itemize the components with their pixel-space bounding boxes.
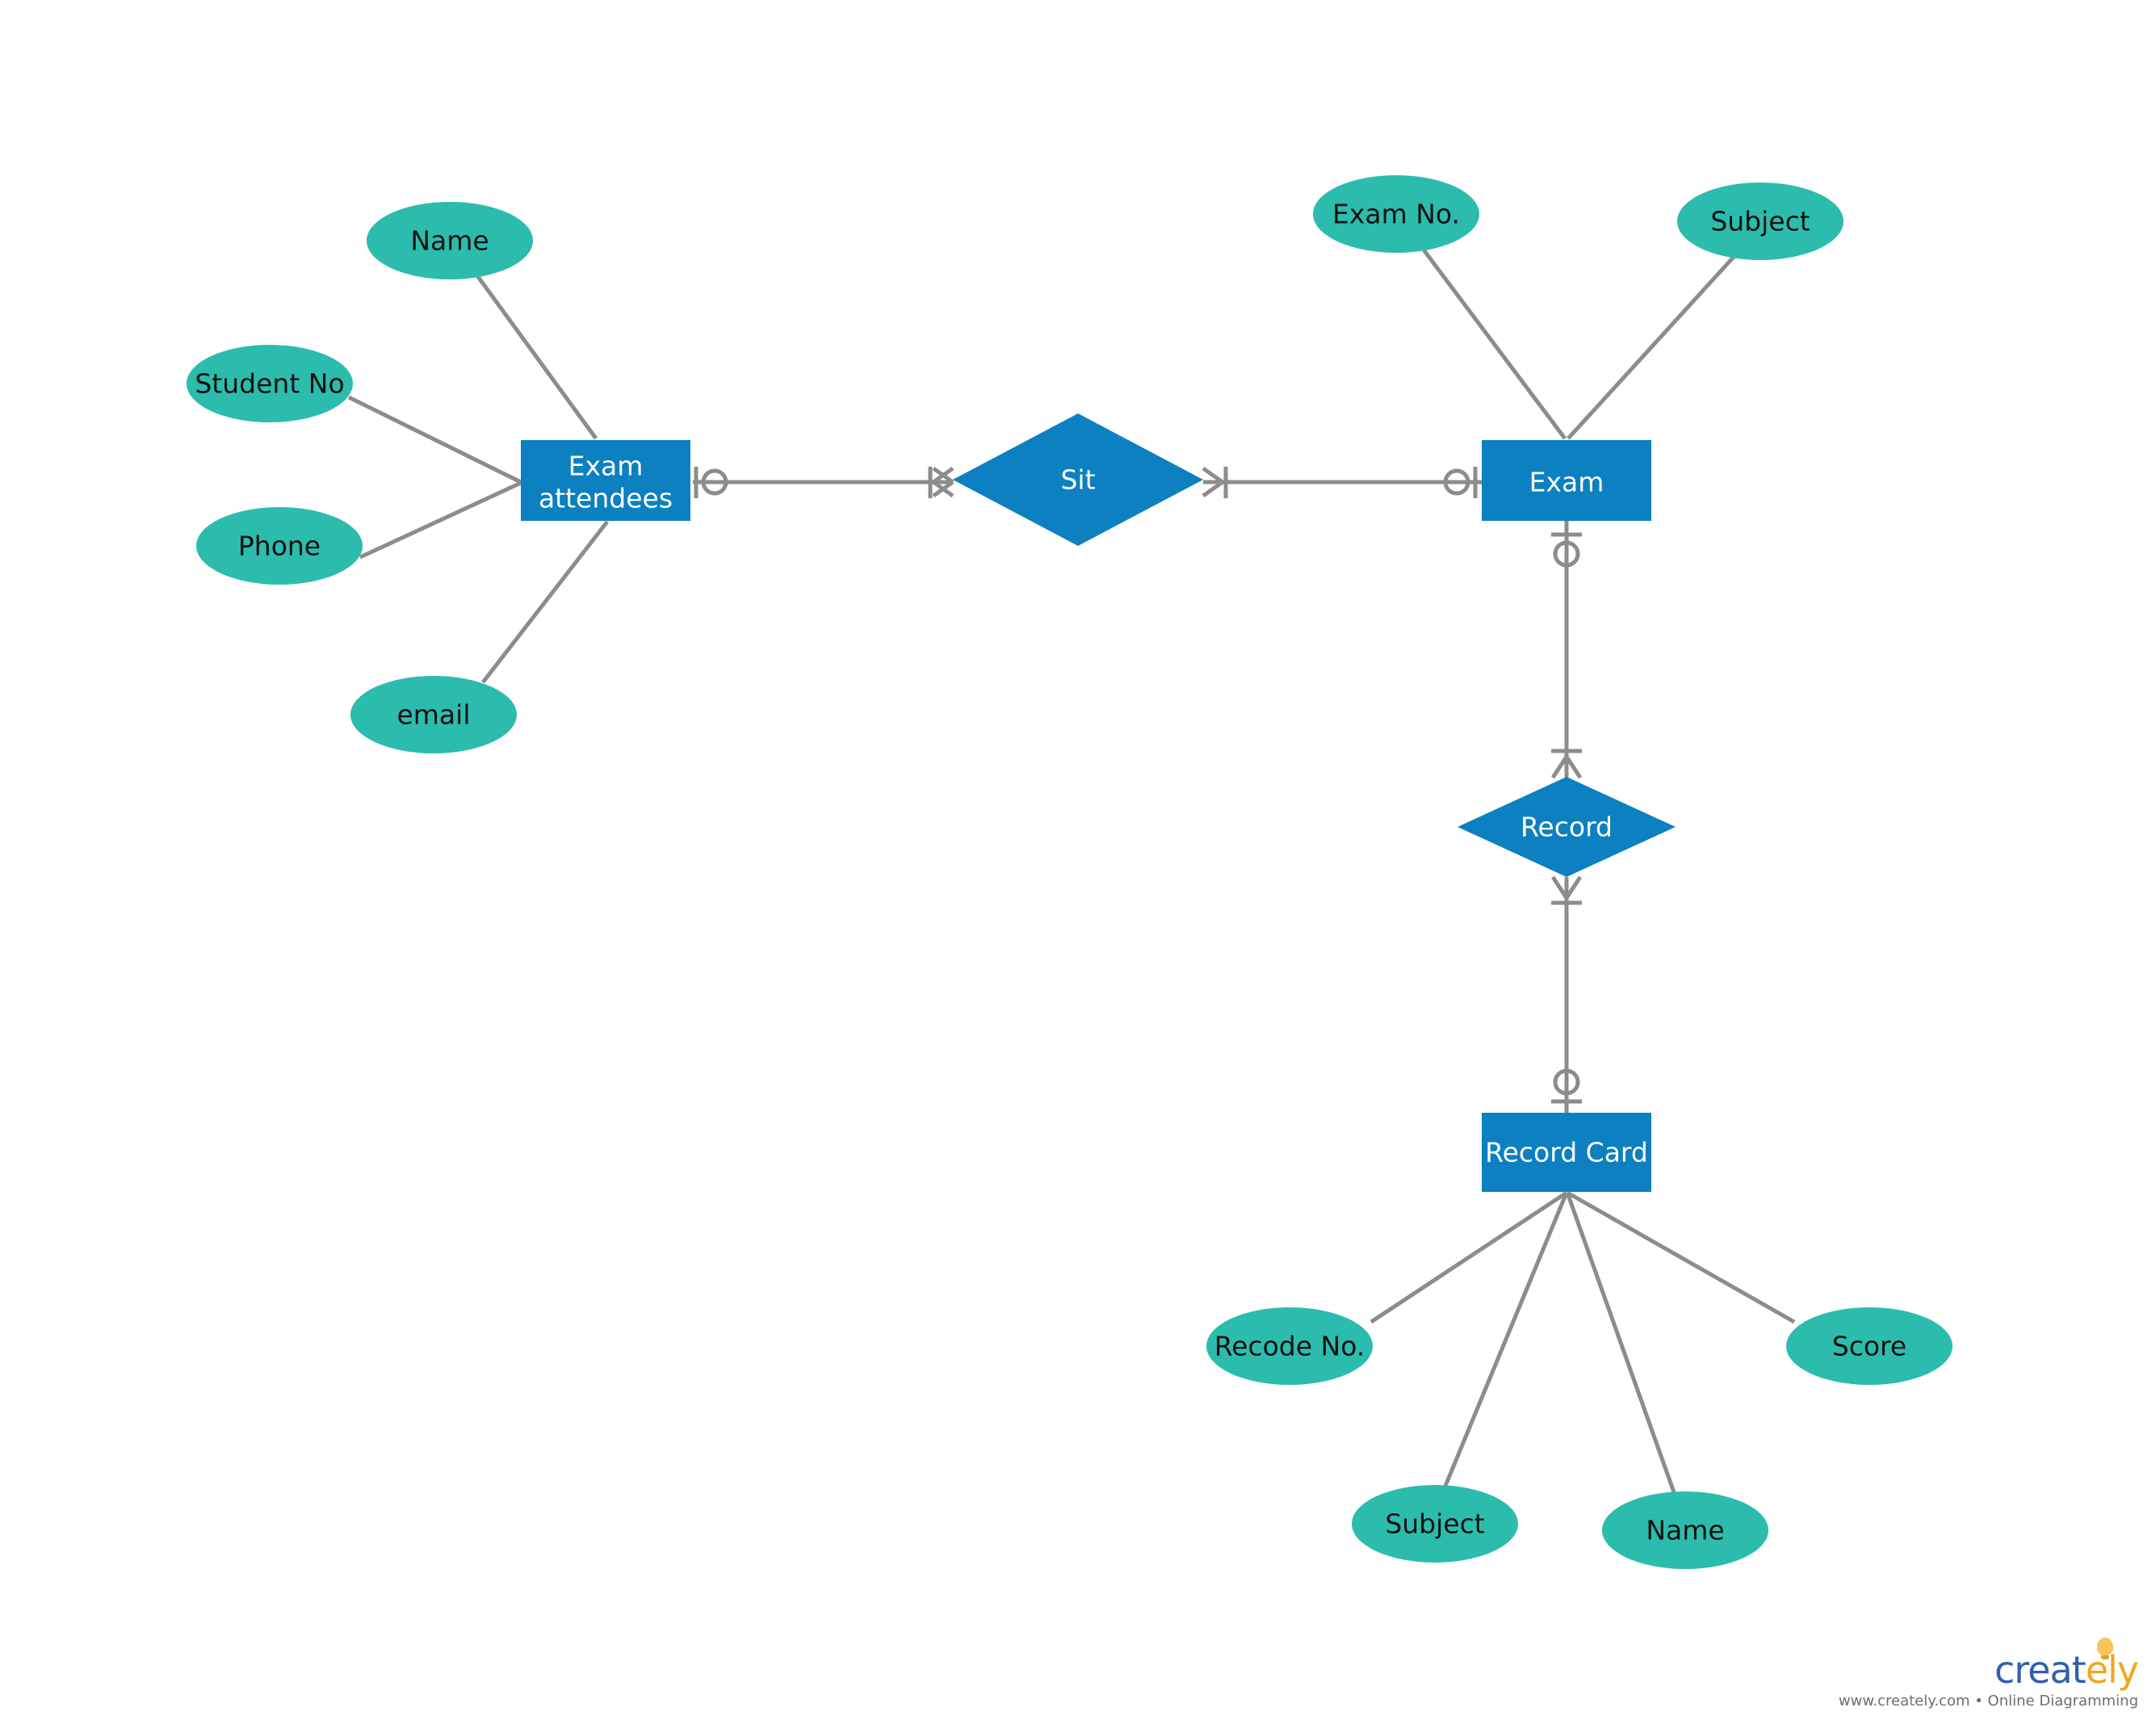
- attribute-subject-recordcard[interactable]: Subject: [1352, 1485, 1518, 1563]
- entity-label-line2: attendees: [539, 483, 673, 514]
- line-examno-to-exam: [1420, 247, 1567, 440]
- attribute-label: Phone: [238, 531, 321, 562]
- line-studentno-to-attendees: [347, 395, 522, 485]
- attribute-score[interactable]: Score: [1786, 1307, 1953, 1385]
- attribute-email[interactable]: email: [350, 676, 517, 753]
- attribute-label: Exam No.: [1332, 199, 1460, 230]
- attribute-label: Name: [410, 225, 489, 257]
- attribute-name-student[interactable]: Name: [367, 202, 533, 279]
- crowsfoot-markers: [694, 466, 1583, 1104]
- line-subjectrc-to-recordcard: [1443, 1192, 1569, 1487]
- attribute-subject-exam[interactable]: Subject: [1677, 182, 1844, 260]
- line-recodeno-to-recordcard: [1370, 1190, 1568, 1324]
- attribute-label: Student No: [195, 368, 344, 400]
- relationship-record[interactable]: Record: [1458, 777, 1676, 877]
- attribute-phone[interactable]: Phone: [196, 507, 363, 585]
- entity-record-card[interactable]: Record Card: [1482, 1113, 1651, 1192]
- relationship-label: Sit: [1060, 464, 1095, 496]
- creately-tagline: www.creately.com • Online Diagramming: [1838, 1693, 2138, 1710]
- attribute-label: email: [396, 699, 470, 731]
- attribute-label: Score: [1832, 1331, 1906, 1362]
- attribute-label: Subject: [1385, 1508, 1484, 1540]
- relationship-connector-lines[interactable]: [693, 480, 1569, 1113]
- attribute-label: Name: [1646, 1515, 1724, 1546]
- attribute-student-no[interactable]: Student No: [187, 345, 353, 422]
- line-name-to-attendees: [474, 273, 598, 440]
- relationship-label: Record: [1521, 812, 1613, 843]
- entity-label-line1: Exam: [568, 451, 644, 482]
- creately-logo-part2: ely: [2085, 1648, 2139, 1692]
- entity-label: Exam: [1529, 467, 1604, 498]
- line-email-to-attendees: [481, 520, 609, 684]
- creately-logo[interactable]: creately: [1839, 1638, 2139, 1692]
- creately-watermark[interactable]: creately www.creately.com • Online Diagr…: [1838, 1638, 2139, 1710]
- entity-exam[interactable]: Exam: [1482, 440, 1651, 521]
- er-diagram-canvas: Name Student No Phone email Exam No. Sub: [0, 0, 2156, 1720]
- attribute-name-recordcard[interactable]: Name: [1602, 1491, 1768, 1569]
- line-subject-to-exam: [1567, 254, 1736, 440]
- diagram-svg: Name Student No Phone email Exam No. Sub: [187, 175, 1953, 1569]
- entity-label: Record Card: [1485, 1137, 1648, 1168]
- line-namerc-to-recordcard: [1565, 1192, 1676, 1493]
- attribute-nodes[interactable]: Name Student No Phone email Exam No. Sub: [187, 175, 1953, 1569]
- lightbulb-icon: [2097, 1638, 2113, 1659]
- attribute-recode-no[interactable]: Recode No.: [1206, 1307, 1373, 1385]
- line-score-to-recordcard: [1566, 1190, 1796, 1324]
- line-phone-to-attendees: [359, 480, 522, 560]
- attribute-label: Recode No.: [1214, 1331, 1365, 1362]
- attribute-exam-no[interactable]: Exam No.: [1313, 175, 1479, 253]
- attribute-label: Subject: [1710, 206, 1810, 237]
- entity-exam-attendees[interactable]: Exam attendees: [521, 440, 690, 521]
- relationship-sit[interactable]: Sit: [953, 413, 1203, 546]
- creately-logo-part1: creat: [1994, 1648, 2087, 1692]
